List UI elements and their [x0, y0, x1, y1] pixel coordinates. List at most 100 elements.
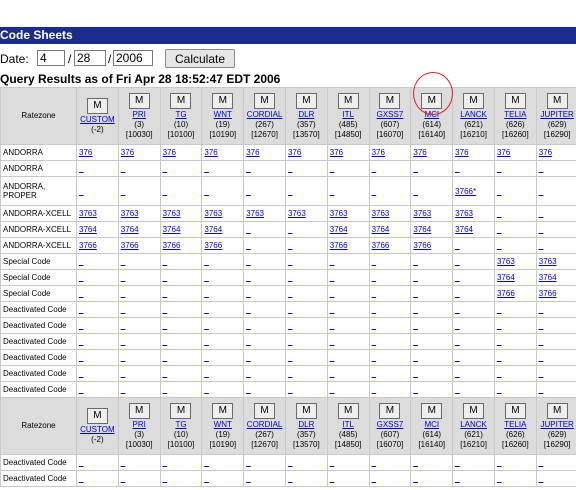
code-link[interactable]: _ [413, 273, 417, 282]
carrier-link[interactable]: TELIA [495, 110, 535, 120]
code-link[interactable]: 3763 [413, 209, 431, 218]
code-link[interactable]: _ [372, 321, 376, 330]
code-link[interactable]: _ [246, 241, 250, 250]
code-link[interactable]: _ [121, 187, 125, 196]
code-link[interactable]: _ [455, 321, 459, 330]
code-link[interactable]: _ [163, 289, 167, 298]
code-link[interactable]: _ [246, 369, 250, 378]
code-link[interactable]: _ [288, 353, 292, 362]
code-link[interactable]: _ [455, 353, 459, 362]
code-link[interactable]: _ [455, 273, 459, 282]
code-link[interactable]: 376 [539, 148, 552, 157]
code-link[interactable]: _ [204, 321, 208, 330]
code-link[interactable]: 376 [455, 148, 468, 157]
m-button[interactable]: M [128, 92, 150, 109]
code-link[interactable]: _ [413, 305, 417, 314]
carrier-link[interactable]: GXSS7 [370, 110, 410, 120]
code-link[interactable]: _ [163, 164, 167, 173]
code-link[interactable]: _ [288, 321, 292, 330]
code-link[interactable]: _ [330, 164, 334, 173]
code-link[interactable]: _ [246, 289, 250, 298]
carrier-link[interactable]: JUPITER [537, 110, 576, 120]
code-link[interactable]: _ [163, 321, 167, 330]
code-link[interactable]: 3763 [121, 209, 139, 218]
code-link[interactable]: _ [121, 164, 125, 173]
code-link[interactable]: _ [497, 353, 501, 362]
code-link[interactable]: _ [204, 257, 208, 266]
code-link[interactable]: _ [539, 474, 543, 483]
code-link[interactable]: _ [163, 458, 167, 467]
code-link[interactable]: _ [288, 385, 292, 394]
code-link[interactable]: 3764 [79, 225, 97, 234]
code-link[interactable]: 376 [163, 148, 176, 157]
code-link[interactable]: _ [79, 337, 83, 346]
code-link[interactable]: _ [539, 458, 543, 467]
code-link[interactable]: 3763 [455, 209, 473, 218]
code-link[interactable]: _ [372, 289, 376, 298]
code-link[interactable]: _ [497, 474, 501, 483]
code-link[interactable]: _ [539, 305, 543, 314]
code-link[interactable]: _ [413, 337, 417, 346]
code-link[interactable]: 3764 [372, 225, 390, 234]
code-link[interactable]: 3766 [204, 241, 222, 250]
code-link[interactable]: _ [330, 385, 334, 394]
code-link[interactable]: _ [121, 273, 125, 282]
carrier-link[interactable]: MCI [412, 110, 452, 120]
code-link[interactable]: _ [455, 241, 459, 250]
code-link[interactable]: _ [455, 385, 459, 394]
code-link[interactable]: _ [497, 305, 501, 314]
m-button[interactable]: M [546, 92, 568, 109]
code-link[interactable]: _ [288, 474, 292, 483]
code-link[interactable]: _ [455, 337, 459, 346]
code-link[interactable]: _ [372, 385, 376, 394]
code-link[interactable]: _ [539, 225, 543, 234]
m-button[interactable]: M [295, 92, 317, 109]
code-link[interactable]: 3766 [121, 241, 139, 250]
code-link[interactable]: _ [79, 289, 83, 298]
code-link[interactable]: _ [288, 241, 292, 250]
code-link[interactable]: _ [413, 458, 417, 467]
code-link[interactable]: _ [455, 289, 459, 298]
carrier-link[interactable]: WNT [203, 420, 243, 430]
code-link[interactable]: _ [372, 273, 376, 282]
m-button[interactable]: M [421, 402, 443, 419]
code-link[interactable]: _ [121, 305, 125, 314]
code-link[interactable]: _ [204, 474, 208, 483]
code-link[interactable]: 3764 [497, 273, 515, 282]
code-link[interactable]: 3766* [455, 187, 476, 196]
code-link[interactable]: 3763 [79, 209, 97, 218]
month-input[interactable] [37, 50, 65, 66]
code-link[interactable]: 3763 [539, 257, 557, 266]
m-button[interactable]: M [170, 92, 192, 109]
code-link[interactable]: _ [497, 369, 501, 378]
m-button[interactable]: M [379, 402, 401, 419]
code-link[interactable]: _ [330, 257, 334, 266]
code-link[interactable]: _ [288, 257, 292, 266]
carrier-link[interactable]: TG [161, 110, 201, 120]
carrier-link[interactable]: LANCK [454, 110, 494, 120]
code-link[interactable]: _ [163, 273, 167, 282]
code-link[interactable]: _ [288, 289, 292, 298]
code-link[interactable]: 3766 [163, 241, 181, 250]
code-link[interactable]: _ [372, 257, 376, 266]
code-link[interactable]: _ [288, 305, 292, 314]
code-link[interactable]: _ [163, 369, 167, 378]
code-link[interactable]: _ [204, 337, 208, 346]
year-input[interactable] [113, 50, 153, 66]
code-link[interactable]: _ [79, 474, 83, 483]
code-link[interactable]: _ [413, 187, 417, 196]
code-link[interactable]: _ [372, 369, 376, 378]
code-link[interactable]: _ [246, 337, 250, 346]
m-button[interactable]: M [421, 92, 443, 109]
code-link[interactable]: _ [330, 273, 334, 282]
carrier-link[interactable]: PRI [119, 110, 159, 120]
code-link[interactable]: _ [330, 474, 334, 483]
m-button[interactable]: M [254, 92, 276, 109]
code-link[interactable]: _ [413, 321, 417, 330]
code-link[interactable]: _ [163, 337, 167, 346]
code-link[interactable]: 376 [497, 148, 510, 157]
carrier-link[interactable]: GXSS7 [370, 420, 410, 430]
code-link[interactable]: _ [163, 187, 167, 196]
code-link[interactable]: _ [330, 321, 334, 330]
code-link[interactable]: _ [413, 164, 417, 173]
